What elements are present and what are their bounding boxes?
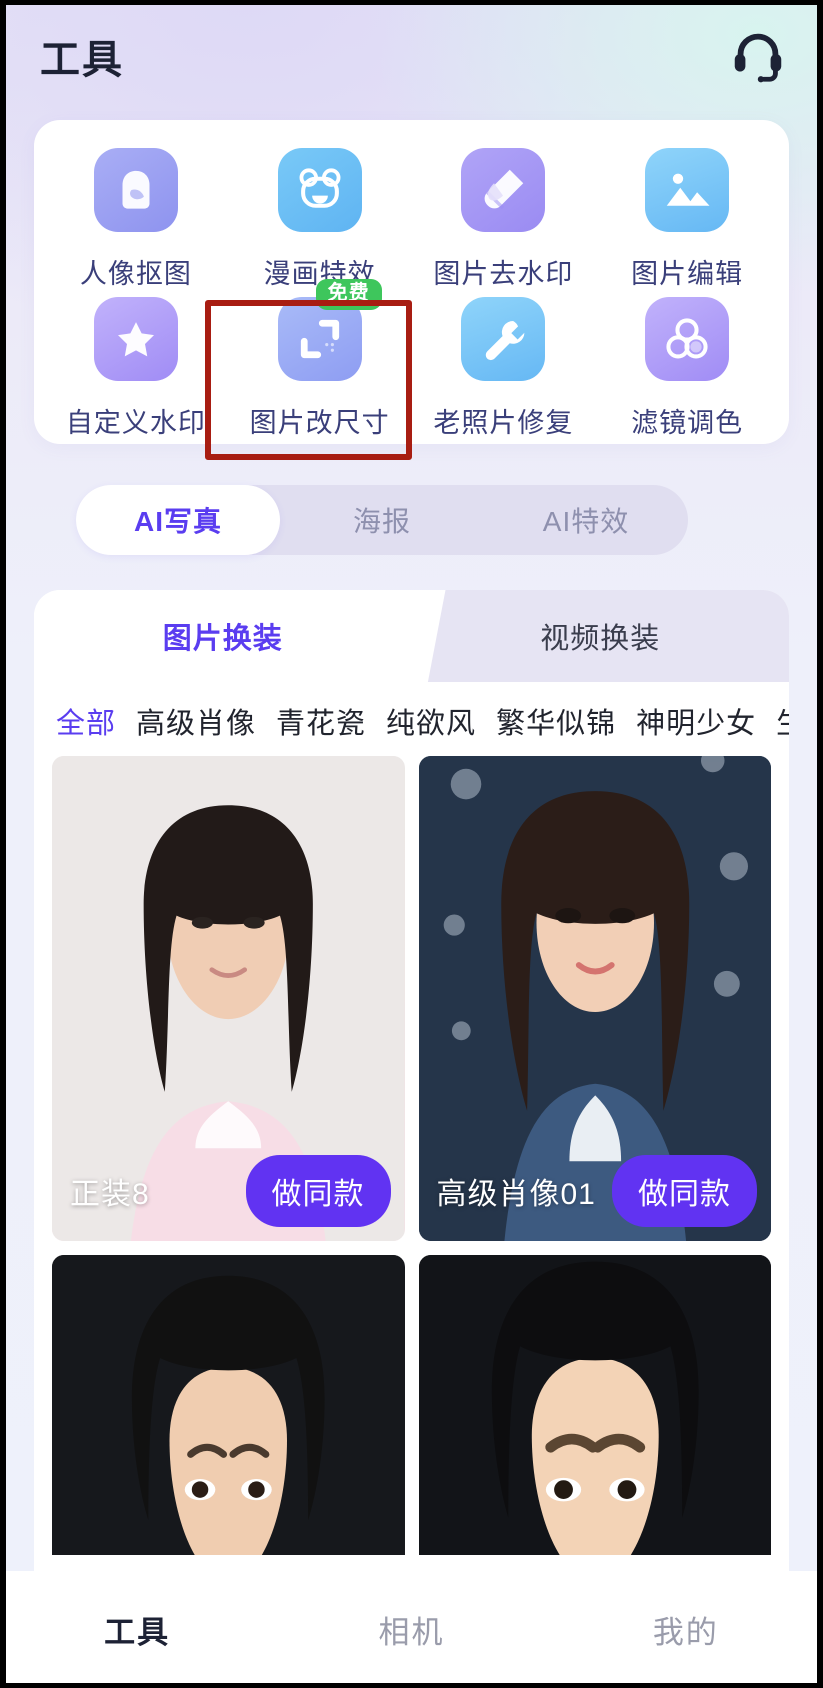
category-chip-premium-portrait[interactable]: 高级肖像 xyxy=(136,700,256,742)
template-cards-grid: 正装8 做同款 高级肖像01 做同款 xyxy=(34,756,789,1555)
tool-label: 自定义水印 xyxy=(65,408,206,438)
make-same-style-button[interactable]: 做同款 xyxy=(612,1155,757,1227)
template-card[interactable]: 高级肖像01 做同款 xyxy=(418,756,771,1241)
nav-label: 我的 xyxy=(652,1615,719,1650)
image-mountain-icon xyxy=(645,148,730,232)
category-chip-partial[interactable]: 生 xyxy=(776,700,789,742)
nav-label: 相机 xyxy=(378,1615,445,1650)
tool-old-photo-repair[interactable]: 老照片修复 xyxy=(412,297,596,440)
comic-bear-icon xyxy=(277,148,362,232)
content-card: 图片换装 视频换装 全部 高级肖像 青花瓷 纯欲风 繁华似锦 神明少女 生 xyxy=(34,590,789,1571)
tool-remove-watermark[interactable]: 图片去水印 xyxy=(412,148,596,291)
template-card-label: 正装8 xyxy=(70,1178,150,1211)
tool-image-edit[interactable]: 图片编辑 xyxy=(595,148,779,291)
tab-image-change-outfit[interactable]: 图片换装 xyxy=(34,590,412,682)
app-header: 工具 xyxy=(0,0,823,112)
nav-item-mine[interactable]: 我的 xyxy=(549,1607,823,1652)
template-card[interactable]: 正装8 做同款 xyxy=(52,756,405,1241)
tool-image-resize[interactable]: 免费 图片改尺寸 xyxy=(228,279,412,440)
tool-label: 人像抠图 xyxy=(79,259,192,289)
tools-grid: 人像抠图 漫画特效 图片去水印 图片编辑 自定义水印 免费 图片改尺寸 老照片修… xyxy=(34,120,789,440)
category-chip-pure-desire[interactable]: 纯欲风 xyxy=(386,700,476,742)
tool-label: 图片改尺寸 xyxy=(249,408,390,438)
tool-custom-watermark[interactable]: 自定义水印 xyxy=(44,297,228,440)
portrait-cutout-icon xyxy=(93,148,178,232)
nav-item-camera[interactable]: 相机 xyxy=(274,1607,548,1652)
category-chip-all[interactable]: 全部 xyxy=(56,700,116,742)
free-badge: 免费 xyxy=(315,279,382,310)
tool-label: 图片编辑 xyxy=(631,259,744,289)
segment-ai-effect[interactable]: AI特效 xyxy=(484,485,688,555)
page-title: 工具 xyxy=(40,38,124,82)
nav-label: 工具 xyxy=(104,1615,171,1650)
bottom-navigation: 工具 相机 我的 xyxy=(0,1571,823,1688)
star-watermark-icon xyxy=(93,297,178,381)
segment-poster[interactable]: 海报 xyxy=(280,485,484,555)
tool-filter-color[interactable]: 滤镜调色 xyxy=(595,297,779,440)
template-thumbnail xyxy=(52,1255,405,1555)
category-chip-flourishing[interactable]: 繁华似锦 xyxy=(496,700,616,742)
headset-icon[interactable] xyxy=(727,25,789,87)
tab-video-change-outfit[interactable]: 视频换装 xyxy=(411,590,789,682)
template-card-label: 高级肖像01 xyxy=(436,1178,596,1211)
tool-label: 滤镜调色 xyxy=(631,408,744,438)
tools-card: 人像抠图 漫画特效 图片去水印 图片编辑 自定义水印 免费 图片改尺寸 老照片修… xyxy=(34,120,789,444)
app-screen: 工具 人像抠图 漫画特效 图片去水印 图片编辑 自定义水印 免费 图片改尺寸 老… xyxy=(0,0,823,1688)
three-circles-filter-icon xyxy=(645,297,730,381)
nav-item-tools[interactable]: 工具 xyxy=(0,1606,274,1653)
category-chip-blue-porcelain[interactable]: 青花瓷 xyxy=(276,700,366,742)
tool-label: 图片去水印 xyxy=(433,259,574,289)
wrench-repair-icon xyxy=(461,297,546,381)
segmented-control: AI写真 海报 AI特效 xyxy=(76,485,688,555)
tool-portrait-cutout[interactable]: 人像抠图 xyxy=(44,148,228,291)
template-card[interactable] xyxy=(418,1255,771,1555)
category-filter-row[interactable]: 全部 高级肖像 青花瓷 纯欲风 繁华似锦 神明少女 生 xyxy=(34,682,789,756)
segment-ai-photo[interactable]: AI写真 xyxy=(76,485,280,555)
make-same-style-button[interactable]: 做同款 xyxy=(245,1155,391,1227)
template-card[interactable] xyxy=(52,1255,405,1555)
template-thumbnail xyxy=(418,1255,771,1555)
tool-comic-effect[interactable]: 漫画特效 xyxy=(228,148,412,291)
eraser-watermark-icon xyxy=(461,148,546,232)
category-chip-divine-girl[interactable]: 神明少女 xyxy=(636,700,756,742)
tool-label: 老照片修复 xyxy=(433,408,574,438)
subtab-bar: 图片换装 视频换装 xyxy=(34,590,789,682)
